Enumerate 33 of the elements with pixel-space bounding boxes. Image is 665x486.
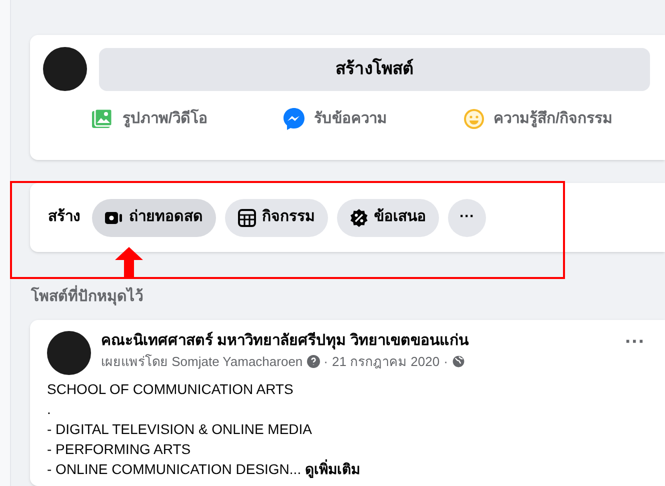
page-avatar[interactable] (47, 330, 91, 374)
video-camera-icon (105, 210, 123, 226)
create-event-button[interactable]: กิจกรรม (225, 198, 328, 236)
avatar[interactable] (43, 47, 87, 91)
post-text-line: SCHOOL OF COMMUNICATION ARTS (47, 380, 294, 398)
post-text-line: - PERFORMING ARTS (47, 440, 192, 458)
create-post-button[interactable]: สร้างโพสต์ (99, 48, 650, 90)
more-button[interactable]: ··· (448, 198, 486, 236)
post-text-line: . (47, 400, 52, 418)
composer-action[interactable]: รับข้อความ (280, 107, 389, 131)
create-label: สร้าง (48, 207, 80, 228)
pinned-posts-heading: โพสต์ที่ปักหมุดไว้ (31, 286, 665, 308)
see-more-link[interactable]: ดูเพิ่มเติม (305, 458, 360, 478)
separator-dot: · (444, 353, 448, 371)
separator-dot: · (324, 353, 328, 371)
post-date[interactable]: 21 กรกฎาคม 2020 (332, 352, 440, 372)
composer-action[interactable]: ความรู้สึก/กิจกรรม (460, 107, 615, 131)
help-icon[interactable] (306, 355, 320, 368)
arrow-icon (115, 247, 143, 277)
photo-icon (90, 107, 114, 131)
smiley-icon (462, 107, 486, 131)
calendar-icon (238, 208, 256, 226)
create-offer-button[interactable]: ข้อเสนอ (337, 198, 439, 236)
published-by: เผยแพร่โดย Somjate Yamacharoen (101, 353, 303, 371)
more-options-button[interactable]: ··· (625, 332, 645, 352)
post-text-line: - DIGITAL TELEVISION & ONLINE MEDIA (47, 420, 314, 438)
create-live-button[interactable]: ถ่ายทอดสด (92, 198, 216, 236)
messenger-icon (282, 107, 306, 131)
post-text-line: - ONLINE COMMUNICATION DESIGN... (47, 460, 302, 478)
composer-action[interactable]: รูปภาพ/วิดีโอ (88, 107, 210, 131)
page-name[interactable]: คณะนิเทศศาสตร์ มหาวิทยาลัยศรีปทุม วิทยาเขตขอนแก่น (101, 330, 616, 352)
percent-badge-icon (350, 208, 368, 226)
globe-icon (452, 355, 465, 368)
